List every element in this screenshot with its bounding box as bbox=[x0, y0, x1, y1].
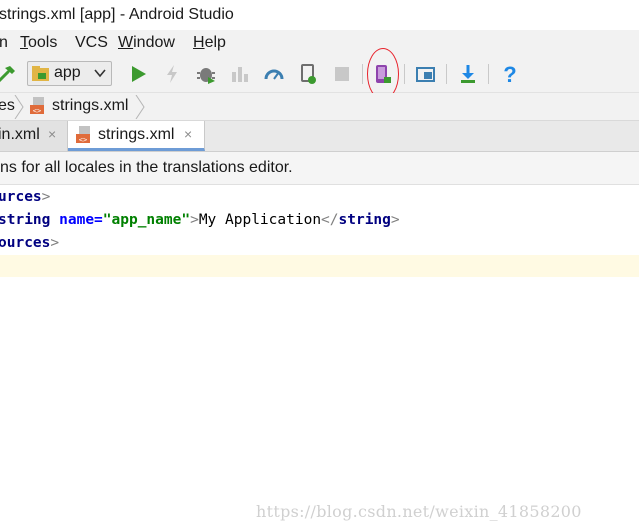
toolbar-separator bbox=[404, 64, 405, 84]
breadcrumb-item-res[interactable]: es bbox=[0, 97, 15, 115]
toolbar-separator bbox=[362, 64, 363, 84]
attach-debugger-icon[interactable] bbox=[297, 63, 319, 85]
breadcrumb-chevron-icon bbox=[135, 95, 145, 119]
run-configuration-dropdown[interactable]: app bbox=[27, 61, 112, 86]
apply-changes-icon[interactable] bbox=[161, 63, 183, 85]
close-icon[interactable]: × bbox=[184, 126, 192, 142]
breadcrumb-chevron-icon bbox=[14, 95, 24, 119]
run-configuration-label: app bbox=[54, 64, 81, 81]
profiler-icon[interactable] bbox=[263, 63, 285, 85]
tab-strings-xml[interactable]: <> strings.xml × bbox=[68, 121, 205, 151]
menu-tools[interactable]: Tools bbox=[20, 34, 57, 52]
menu-window[interactable]: Window bbox=[118, 34, 175, 52]
chevron-down-icon bbox=[94, 69, 106, 78]
debug-icon[interactable] bbox=[195, 63, 217, 85]
breadcrumb: es <> strings.xml bbox=[0, 93, 639, 121]
tab-activity-main-xml[interactable]: in.xml × bbox=[0, 121, 68, 151]
code-line: urces> bbox=[0, 189, 51, 205]
translations-notice-banner: ns for all locales in the translations e… bbox=[0, 152, 639, 185]
code-line: string name="app_name">My Application</s… bbox=[0, 212, 400, 228]
window-titlebar: strings.xml [app] - Android Studio bbox=[0, 0, 639, 30]
hammer-icon[interactable] bbox=[0, 63, 18, 85]
stop-icon[interactable] bbox=[331, 63, 353, 85]
run-coverage-icon[interactable] bbox=[229, 63, 251, 85]
editor-tabbar: in.xml × <> strings.xml × bbox=[0, 121, 639, 152]
toolbar-separator bbox=[488, 64, 489, 84]
menubar: n Tools VCS Window Help bbox=[0, 30, 639, 56]
code-line: ources> bbox=[0, 235, 60, 251]
caret-line-highlight bbox=[0, 255, 639, 277]
project-structure-icon[interactable] bbox=[415, 63, 437, 85]
tab-label: strings.xml bbox=[98, 126, 175, 143]
run-icon[interactable] bbox=[127, 63, 149, 85]
breadcrumb-item-strings-xml[interactable]: strings.xml bbox=[52, 97, 128, 115]
tab-label: in.xml bbox=[0, 126, 40, 143]
svg-text:<>: <> bbox=[79, 136, 87, 144]
toolbar-separator bbox=[446, 64, 447, 84]
menu-vcs[interactable]: VCS bbox=[75, 34, 108, 52]
help-icon[interactable]: ? bbox=[499, 63, 521, 85]
svg-text:<>: <> bbox=[33, 107, 41, 115]
sdk-manager-icon[interactable] bbox=[457, 63, 479, 85]
xml-file-icon: <> bbox=[30, 97, 44, 115]
notice-text: ns for all locales in the translations e… bbox=[0, 159, 293, 176]
menu-navigate[interactable]: n bbox=[0, 34, 8, 52]
menu-help[interactable]: Help bbox=[193, 34, 226, 52]
window-title: strings.xml [app] - Android Studio bbox=[0, 6, 234, 23]
xml-file-icon: <> bbox=[76, 126, 90, 144]
svg-text:?: ? bbox=[503, 63, 516, 85]
watermark: https://blog.csdn.net/weixin_41858200 bbox=[256, 502, 582, 521]
close-icon[interactable]: × bbox=[48, 126, 56, 142]
code-editor[interactable]: urces> string name="app_name">My Applica… bbox=[0, 185, 639, 532]
app-module-icon bbox=[32, 66, 49, 81]
